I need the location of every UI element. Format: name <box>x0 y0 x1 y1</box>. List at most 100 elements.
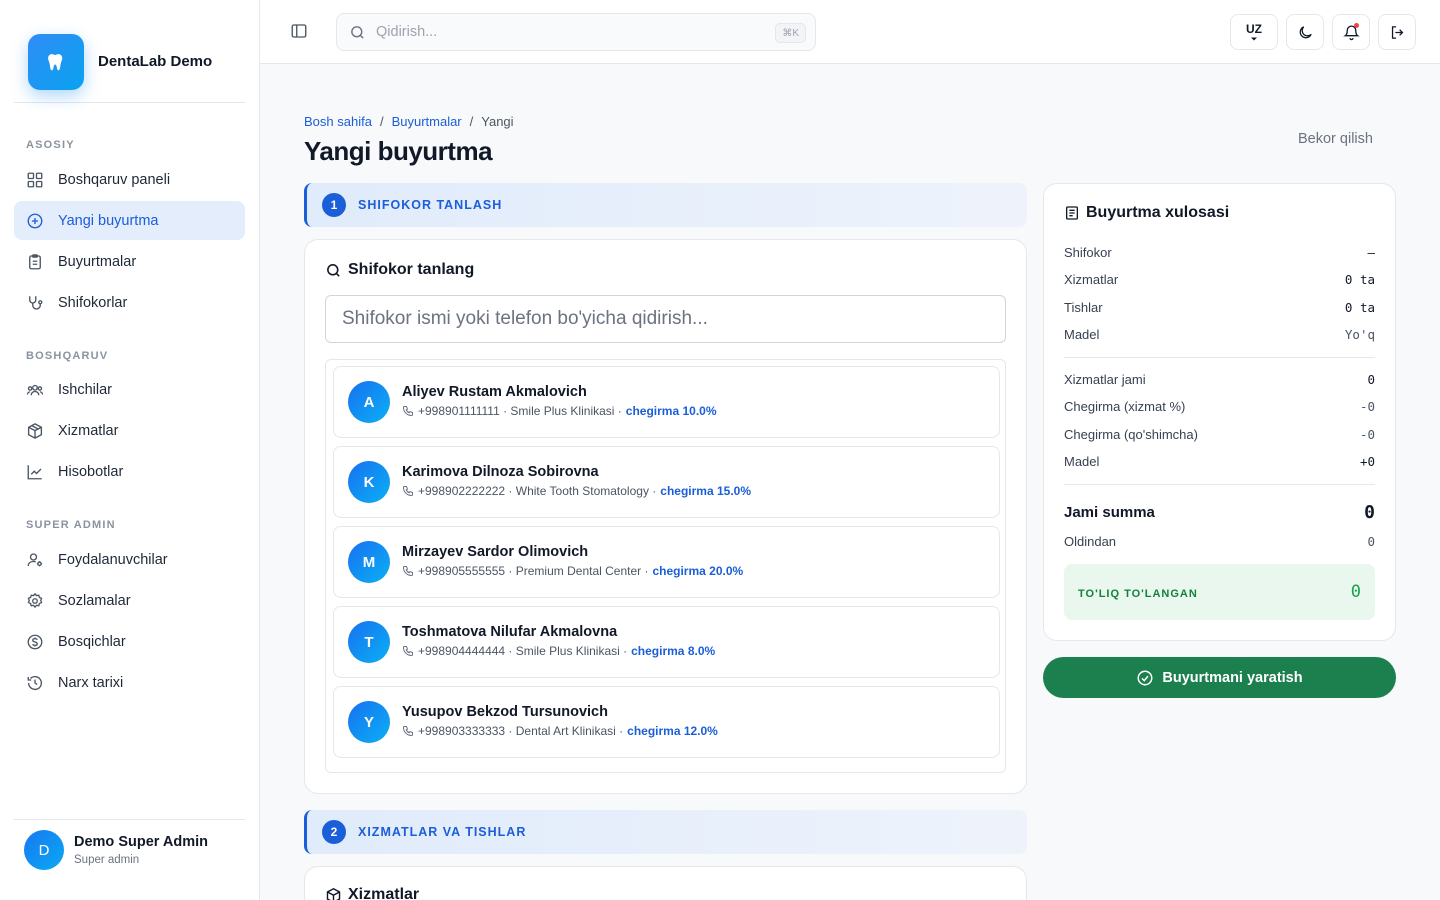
summary-title: Buyurtma xulosasi <box>1064 204 1229 222</box>
doctor-meta: +998901111111 · Smile Plus Klinikasi · c… <box>402 404 717 418</box>
sidebar-item-label: Yangi buyurtma <box>58 212 159 229</box>
summary-label: Oldindan <box>1064 534 1117 549</box>
sidebar-item-stages[interactable]: Bosqichlar <box>14 622 245 661</box>
search-input[interactable] <box>376 24 756 40</box>
sidebar-item-reports[interactable]: Hisobotlar <box>14 452 245 491</box>
cancel-button[interactable]: Bekor qilish <box>1298 131 1373 147</box>
sidebar-item-doctors[interactable]: Shifokorlar <box>14 283 245 322</box>
doctor-list-item[interactable]: M Mirzayev Sardor Olimovich +99890555555… <box>333 526 1000 598</box>
sidebar-item-label: Buyurtmalar <box>58 253 137 270</box>
section-title-asosiy: ASOSIY <box>26 139 75 151</box>
logout-icon <box>1391 25 1403 39</box>
notification-dot <box>1354 23 1359 28</box>
doctor-meta: +998903333333 · Dental Art Klinikasi · c… <box>402 724 718 738</box>
doctor-contact: +998904444444 · Smile Plus Klinikasi · <box>418 644 628 658</box>
sidebar-item-price-history[interactable]: Narx tarixi <box>14 663 245 702</box>
sidebar-item-label: Ishchilar <box>58 381 112 398</box>
search-icon <box>351 25 364 39</box>
breadcrumb-home[interactable]: Bosh sahifa <box>304 114 372 129</box>
phone-icon <box>402 406 413 417</box>
summary-value: — <box>1367 245 1375 260</box>
check-circle-icon <box>1137 670 1153 685</box>
sidebar-item-dashboard[interactable]: Boshqaruv paneli <box>14 160 245 199</box>
sidebar-item-orders[interactable]: Buyurtmalar <box>14 242 245 281</box>
global-search[interactable]: ⌘K <box>336 13 816 51</box>
doctor-contact: +998905555555 · Premium Dental Center · <box>418 564 649 578</box>
notifications-button[interactable] <box>1332 14 1370 50</box>
sidebar-toggle-icon[interactable] <box>290 22 310 42</box>
summary-row-discount-service: Chegirma (xizmat %) -0 <box>1064 399 1375 414</box>
sidebar-item-label: Bosqichlar <box>58 633 126 650</box>
doctor-discount: chegirma 15.0% <box>660 484 751 498</box>
doctor-card-title: Shifokor tanlang <box>325 261 474 279</box>
doctor-contact: +998901111111 · Smile Plus Klinikasi · <box>418 404 622 418</box>
summary-value: -0 <box>1359 427 1375 442</box>
doctor-name: Yusupov Bekzod Tursunovich <box>402 704 608 720</box>
user-name: Demo Super Admin <box>74 834 209 850</box>
doctor-name: Toshmatova Nilufar Akmalovna <box>402 624 618 640</box>
step-number: 2 <box>322 820 346 844</box>
user-profile[interactable]: D Demo Super Admin Super admin <box>14 819 245 900</box>
doctor-name: Mirzayev Sardor Olimovich <box>402 544 589 560</box>
breadcrumb-current: Yangi <box>481 114 514 129</box>
language-select[interactable]: UZ <box>1230 14 1278 50</box>
avatar: D <box>24 830 64 870</box>
doctor-avatar: T <box>348 621 390 663</box>
sidebar-item-label: Boshqaruv paneli <box>58 171 171 188</box>
topbar: ⌘K UZ <box>260 0 1440 64</box>
step-label: XIZMATLAR VA TISHLAR <box>358 825 527 839</box>
breadcrumb-separator: / <box>379 114 384 129</box>
sidebar-item-label: Shifokorlar <box>58 294 128 311</box>
summary-label: Chegirma (xizmat %) <box>1064 399 1186 414</box>
breadcrumb-separator: / <box>469 114 474 129</box>
phone-icon <box>402 566 413 577</box>
sidebar-item-workers[interactable]: Ishchilar <box>14 370 245 409</box>
sidebar-item-services[interactable]: Xizmatlar <box>14 411 245 450</box>
services-card-title: Xizmatlar <box>325 886 419 900</box>
gear-icon <box>27 592 43 608</box>
doctor-discount: chegirma 12.0% <box>627 724 718 738</box>
summary-row-advance: Oldindan 0 <box>1064 534 1375 549</box>
summary-row-teeth: Tishlar 0 ta <box>1064 300 1375 315</box>
summary-value: +0 <box>1359 454 1375 469</box>
order-summary-card: Buyurtma xulosasi Shifokor — Xizmatlar 0… <box>1043 183 1396 641</box>
logout-button[interactable] <box>1378 14 1416 50</box>
brand-name: DentaLab Demo <box>98 53 213 70</box>
sidebar-item-settings[interactable]: Sozlamalar <box>14 581 245 620</box>
doctor-list-item[interactable]: T Toshmatova Nilufar Akmalovna +99890444… <box>333 606 1000 678</box>
doctor-search-input[interactable] <box>325 295 1006 343</box>
summary-row-discount-extra: Chegirma (qo'shimcha) -0 <box>1064 427 1375 442</box>
summary-divider <box>1064 484 1375 485</box>
clipboard-icon <box>29 253 41 269</box>
doctor-meta: +998905555555 · Premium Dental Center · … <box>402 564 743 578</box>
summary-value: 0 ta <box>1344 272 1375 287</box>
doctor-avatar: M <box>348 541 390 583</box>
doctor-list-item[interactable]: Y Yusupov Bekzod Tursunovich +9989033333… <box>333 686 1000 758</box>
phone-icon <box>402 726 413 737</box>
sidebar-item-new-order[interactable]: Yangi buyurtma <box>14 201 245 240</box>
create-order-button[interactable]: Buyurtmani yaratish <box>1043 657 1396 698</box>
total-label: Jami summa <box>1064 504 1155 521</box>
theme-toggle-button[interactable] <box>1286 14 1324 50</box>
doctor-discount: chegirma 20.0% <box>652 564 744 578</box>
summary-label: Madel <box>1064 454 1100 469</box>
doctor-list-item[interactable]: A Aliyev Rustam Akmalovich +998901111111… <box>333 366 1000 438</box>
create-order-label: Buyurtmani yaratish <box>1162 669 1303 686</box>
doctor-list-item[interactable]: K Karimova Dilnoza Sobirovna +9989022222… <box>333 446 1000 518</box>
summary-divider <box>1064 357 1375 358</box>
services-card: Xizmatlar <box>304 866 1027 900</box>
sidebar: DentaLab Demo ASOSIY Boshqaruv paneli Ya… <box>0 0 260 900</box>
sidebar-item-label: Xizmatlar <box>58 422 119 439</box>
sidebar-item-label: Sozlamalar <box>58 592 131 609</box>
section-title-super-admin: SUPER ADMIN <box>26 519 116 531</box>
page-title: Yangi buyurtma <box>304 136 493 166</box>
breadcrumb-orders[interactable]: Buyurtmalar <box>392 114 462 129</box>
summary-row-model: Madel Yo'q <box>1064 327 1375 342</box>
sidebar-item-label: Hisobotlar <box>58 463 124 480</box>
sidebar-item-label: Narx tarixi <box>58 674 124 691</box>
sidebar-item-users[interactable]: Foydalanuvchilar <box>14 540 245 579</box>
phone-icon <box>402 486 413 497</box>
doctor-select-card: Shifokor tanlang A Aliyev Rustam Akmalov… <box>304 239 1027 794</box>
tooth-logo-icon <box>28 34 84 90</box>
user-cog-icon <box>27 552 43 566</box>
